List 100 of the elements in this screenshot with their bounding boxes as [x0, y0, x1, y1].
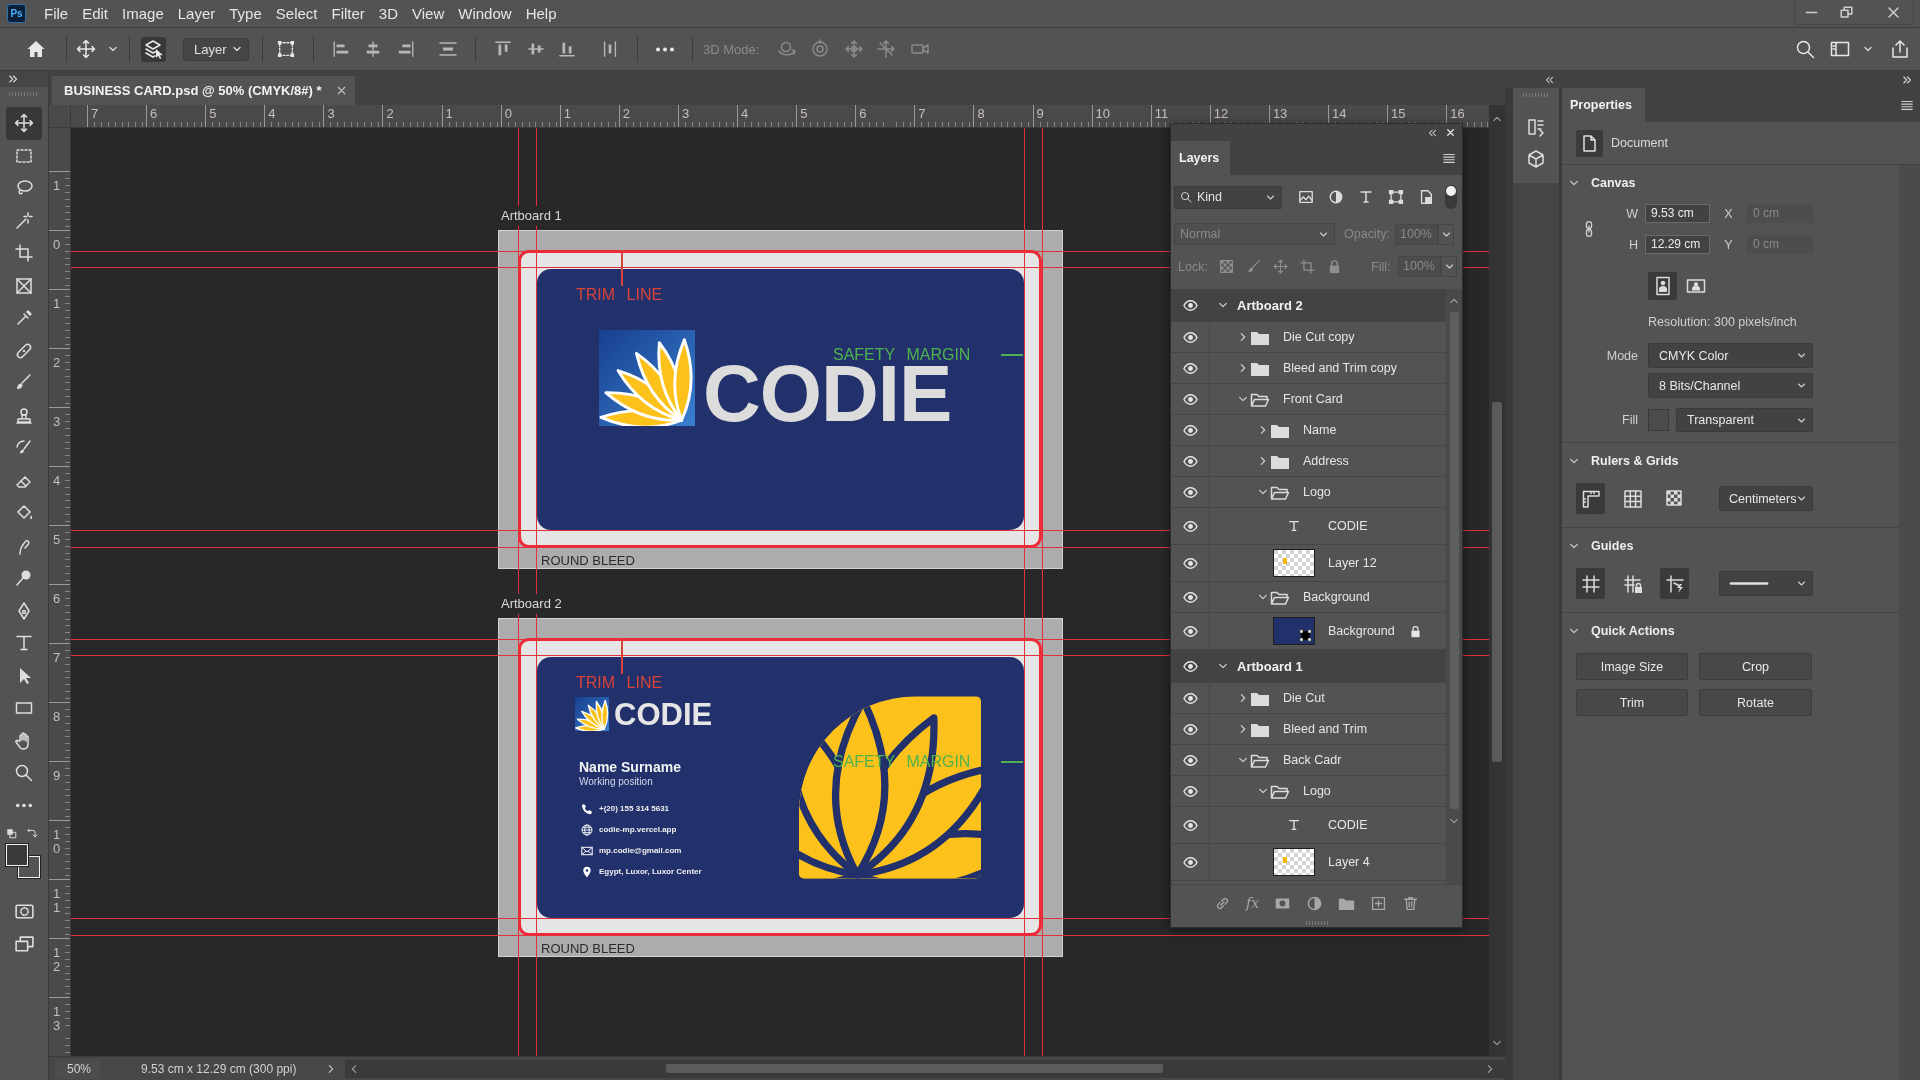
- artboard-label[interactable]: Artboard 2: [498, 594, 565, 614]
- orientation-button[interactable]: [1648, 272, 1677, 300]
- scrollbar-thumb[interactable]: [666, 1064, 1164, 1073]
- chevron-down-icon[interactable]: [1258, 592, 1268, 602]
- text-field[interactable]: 9.53 cm: [1645, 204, 1710, 223]
- fill-slider-button[interactable]: [1441, 256, 1457, 277]
- layer-row[interactable]: Die Cut: [1171, 683, 1446, 714]
- menu-item[interactable]: Filter: [331, 0, 365, 27]
- fill-color-swatch[interactable]: [1648, 409, 1669, 431]
- distribute-horizontal-icon[interactable]: [438, 39, 458, 59]
- layer-row[interactable]: Artboard 2: [1171, 289, 1446, 322]
- quick-mask-icon[interactable]: [13, 901, 35, 922]
- menu-item[interactable]: Help: [525, 0, 557, 27]
- menu-item[interactable]: File: [44, 0, 69, 27]
- menu-icon[interactable]: [1900, 98, 1914, 112]
- tool-button[interactable]: [6, 107, 42, 140]
- close-icon[interactable]: [1445, 127, 1456, 138]
- chevron-right-icon[interactable]: [1238, 363, 1248, 373]
- quick-action-button[interactable]: Rotate: [1699, 689, 1812, 716]
- fill-dropdown[interactable]: Transparent: [1676, 408, 1813, 432]
- chain-link-icon[interactable]: [1583, 220, 1595, 238]
- layer-row[interactable]: Artboard 1: [1171, 650, 1446, 683]
- menu-item[interactable]: 3D: [378, 0, 399, 27]
- menu-item[interactable]: View: [412, 0, 445, 27]
- scroll-up-icon[interactable]: [1449, 296, 1459, 306]
- layer-row[interactable]: Bleed and Trim: [1171, 714, 1446, 745]
- align-left-icon[interactable]: [332, 40, 350, 58]
- chevron-right-icon[interactable]: [1258, 425, 1268, 435]
- vertical-scrollbar[interactable]: [1446, 289, 1462, 884]
- caret-down-icon[interactable]: [1864, 46, 1872, 52]
- caret-down-icon[interactable]: [109, 46, 117, 52]
- workspace-icon[interactable]: [1830, 39, 1850, 59]
- restore-icon[interactable]: [1839, 4, 1854, 20]
- menu-item[interactable]: Type: [229, 0, 262, 27]
- units-dropdown[interactable]: Centimeters: [1719, 486, 1813, 511]
- guide-style-dropdown[interactable]: [1719, 571, 1813, 596]
- menu-item[interactable]: Select: [275, 0, 318, 27]
- zoom-field[interactable]: 50%: [55, 1058, 100, 1079]
- guides-toggle[interactable]: [1576, 568, 1605, 599]
- chevron-down-icon[interactable]: [1569, 541, 1579, 551]
- transform-controls-toggle[interactable]: [275, 38, 297, 60]
- checkerboard-icon[interactable]: [1219, 259, 1234, 274]
- layer-row[interactable]: Front Card: [1171, 384, 1446, 415]
- scrollbar-thumb[interactable]: [1492, 402, 1502, 762]
- close-icon[interactable]: [335, 84, 348, 97]
- scroll-right-icon[interactable]: [1485, 1063, 1495, 1074]
- layer-row[interactable]: Bleed and Trim copy: [1171, 353, 1446, 384]
- layer-row[interactable]: Address: [1171, 446, 1446, 477]
- smart-object-icon[interactable]: [1418, 189, 1434, 205]
- double-chevron-right-icon[interactable]: [1902, 73, 1913, 86]
- close-icon[interactable]: [1886, 4, 1901, 20]
- shape-icon[interactable]: [1388, 189, 1404, 205]
- menu-item[interactable]: Image: [122, 0, 164, 27]
- vertical-scrollbar[interactable]: [1489, 105, 1505, 1056]
- default-colors-icon[interactable]: [6, 828, 17, 839]
- chevron-down-icon[interactable]: [1218, 661, 1228, 671]
- filter-dropdown[interactable]: Kind: [1174, 185, 1282, 209]
- layer-row[interactable]: Background: [1171, 582, 1446, 613]
- rulers-toggle[interactable]: [1576, 483, 1605, 514]
- smart-guides-toggle[interactable]: [1660, 568, 1689, 599]
- picture-icon[interactable]: [1298, 189, 1314, 205]
- half-circle-icon[interactable]: [1328, 189, 1344, 205]
- layer-row[interactable]: Back Cadr: [1171, 745, 1446, 776]
- search-icon[interactable]: [1795, 39, 1815, 59]
- layer-row[interactable]: Layer 4: [1171, 844, 1446, 881]
- panel-icon[interactable]: [1526, 117, 1546, 137]
- bit-depth-dropdown[interactable]: 8 Bits/Channel: [1648, 373, 1813, 398]
- double-chevron-right-icon[interactable]: [8, 73, 19, 85]
- chevron-down-icon[interactable]: [1238, 755, 1248, 765]
- color-mode-dropdown[interactable]: CMYK Color: [1648, 343, 1813, 368]
- chevron-right-icon[interactable]: [1258, 456, 1268, 466]
- align-center-icon[interactable]: [364, 40, 382, 58]
- align-bottom-icon[interactable]: [558, 40, 576, 58]
- scroll-down-icon[interactable]: [1449, 816, 1459, 826]
- layer-row[interactable]: Layer 12: [1171, 545, 1446, 582]
- align-right-icon[interactable]: [397, 40, 415, 58]
- chevron-down-icon[interactable]: [1569, 178, 1579, 188]
- text-field[interactable]: 12.29 cm: [1645, 235, 1710, 254]
- chevron-down-icon[interactable]: [1258, 487, 1268, 497]
- chevron-down-icon[interactable]: [1258, 786, 1268, 796]
- effects-button[interactable]: fx: [1245, 895, 1260, 911]
- drag-handle[interactable]: [9, 92, 39, 96]
- foreground-color-swatch[interactable]: [6, 844, 28, 866]
- scroll-down-icon[interactable]: [1492, 1038, 1502, 1048]
- quick-action-button[interactable]: Crop: [1699, 653, 1812, 680]
- layer-row[interactable]: Logo: [1171, 477, 1446, 508]
- screen-mode-icon[interactable]: [13, 934, 35, 955]
- chevron-down-icon[interactable]: [1569, 626, 1579, 636]
- lock-icon[interactable]: [1409, 624, 1422, 638]
- menu-item[interactable]: Window: [458, 0, 512, 27]
- type-icon[interactable]: [1358, 189, 1374, 205]
- panel-tab[interactable]: Properties: [1562, 88, 1645, 122]
- target-dropdown[interactable]: Layer: [183, 37, 249, 61]
- artboard-label[interactable]: Artboard 1: [498, 206, 565, 226]
- layer-row[interactable]: CODIE: [1171, 508, 1446, 545]
- scroll-up-icon[interactable]: [1492, 114, 1502, 124]
- layer-row[interactable]: Name: [1171, 415, 1446, 446]
- drag-handle[interactable]: [1305, 921, 1328, 925]
- half-circle-icon[interactable]: [1306, 894, 1324, 912]
- swap-colors-icon[interactable]: [26, 827, 39, 839]
